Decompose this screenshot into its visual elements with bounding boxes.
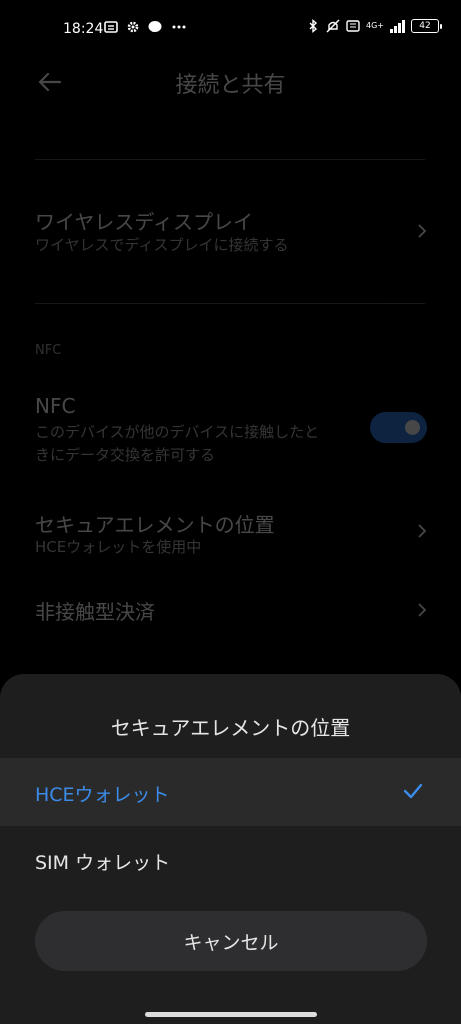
data-icon (346, 20, 360, 32)
page-title: 接続と共有 (175, 73, 286, 98)
row-title: NFC (35, 394, 76, 418)
row-subtitle-line1: このデバイスが他のデバイスに接触したと (35, 423, 320, 441)
section-label-nfc: NFC (35, 343, 62, 358)
chevron-right-icon (418, 603, 427, 617)
row-subtitle-line2: きにデータ交換を許可する (35, 446, 216, 464)
sheet-title: セキュアエレメントの位置 (110, 716, 351, 740)
check-icon (403, 783, 423, 799)
bluetooth-icon (309, 19, 318, 33)
row-title: セキュアエレメントの位置 (35, 513, 275, 537)
option-sim-wallet[interactable]: SIM ウォレット (0, 826, 461, 894)
chevron-right-icon (418, 524, 427, 538)
status-time: 18:24 (63, 21, 104, 37)
bottom-sheet: セキュアエレメントの位置 HCEウォレット SIM ウォレット キャンセル (0, 674, 461, 1024)
nfc-toggle[interactable] (370, 412, 427, 443)
gear-icon (127, 21, 139, 33)
chevron-right-icon (418, 224, 427, 238)
row-subtitle: HCEウォレットを使用中 (35, 538, 202, 556)
signal-icon (390, 19, 405, 33)
line-app-icon (148, 21, 162, 32)
more-icon (172, 25, 186, 29)
battery-level: 42 (419, 21, 431, 31)
option-label: HCEウォレット (35, 784, 170, 806)
toggle-knob (405, 420, 420, 435)
notification-icon (104, 21, 118, 33)
option-hce-wallet[interactable]: HCEウォレット (0, 758, 461, 826)
status-bar: 18:24 4G+ 42 (0, 0, 461, 60)
row-title: ワイヤレスディスプレイ (35, 210, 253, 234)
home-indicator[interactable] (145, 1012, 317, 1017)
option-label: SIM ウォレット (35, 852, 171, 874)
mute-icon (326, 19, 340, 33)
divider (35, 159, 425, 160)
row-title: 非接触型決済 (35, 600, 155, 624)
cancel-button[interactable]: キャンセル (35, 911, 427, 971)
row-subtitle: ワイヤレスでディスプレイに接続する (35, 236, 289, 254)
battery-icon: 42 (411, 19, 442, 33)
network-type: 4G+ (366, 21, 384, 30)
divider (35, 303, 425, 304)
